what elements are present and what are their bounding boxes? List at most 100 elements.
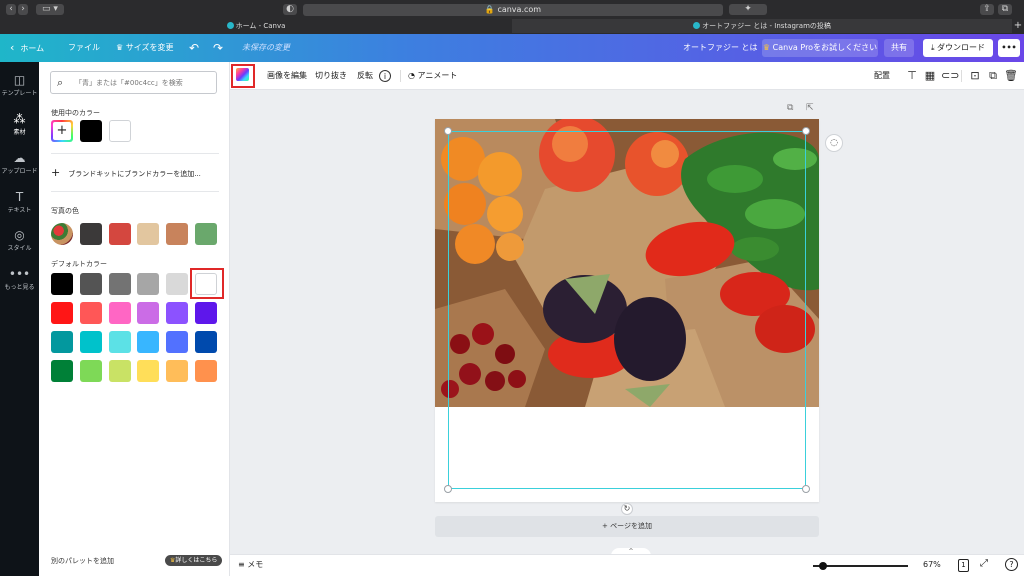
animate-button[interactable]: ◔ アニメート [408,62,457,90]
color-search-input[interactable] [75,75,213,90]
more-options-button[interactable]: ••• [998,39,1020,57]
zoom-slider-thumb[interactable] [819,562,827,570]
rail-item-label: 素材 [13,129,26,136]
zoom-slider-track[interactable] [813,565,908,567]
default-color-swatch[interactable] [51,302,73,324]
default-color-swatch[interactable] [109,331,131,353]
add-page-button[interactable]: + ページを追加 [435,516,819,537]
rotate-icon[interactable]: ↻ [621,503,633,515]
default-color-swatch[interactable] [137,360,159,382]
tabs-overview-icon[interactable]: ⧉ [998,4,1012,15]
redo-icon[interactable]: ↷ [213,34,223,62]
crop-button[interactable]: 切り抜き [315,62,347,90]
default-color-swatch[interactable] [166,360,188,382]
default-color-swatch[interactable] [166,331,188,353]
default-color-swatch[interactable] [80,302,102,324]
photo-swatch[interactable] [137,223,159,245]
home-button[interactable]: ‹ ホーム [10,34,44,62]
back-icon[interactable]: ‹ [6,4,16,15]
in-use-swatch-white[interactable] [109,120,131,142]
brand-kit-link[interactable]: + ブランドキットにブランドカラーを追加... [51,166,201,179]
learn-more-badge[interactable]: ♛詳しくはこちら [165,555,223,566]
default-color-swatch[interactable] [51,273,73,295]
paint-roller-icon[interactable]: ⊤ [905,69,919,83]
default-color-swatch[interactable] [137,302,159,324]
download-button[interactable]: ⤓ ダウンロード [923,39,993,57]
in-use-swatch-black[interactable] [80,120,102,142]
home-label: ホーム [20,44,45,53]
editor-header: ‹ ホーム ファイル ♛ サイズを変更 ↶ ↷ 未保存の変更 オートファジー とは… [0,34,1024,62]
resize-button[interactable]: ♛ サイズを変更 [116,34,173,62]
default-color-swatch[interactable] [195,302,217,324]
comment-icon[interactable]: ◌ [825,134,843,152]
tab-canva-home[interactable]: ホーム - Canva [0,19,512,33]
zoom-level[interactable]: 67% [923,560,941,569]
color-search-box[interactable]: ⌕ [50,71,217,94]
rail-item-styles[interactable]: ◎ スタイル [0,225,39,261]
photo-thumbnail[interactable] [51,223,73,245]
default-color-swatch[interactable] [109,360,131,382]
info-icon[interactable]: i [379,70,391,82]
rail-item-elements[interactable]: ⁂ 素材 [0,109,39,145]
photo-swatch[interactable] [166,223,188,245]
try-pro-button[interactable]: ♛ Canva Proをお試しください [762,39,878,57]
default-color-swatch[interactable] [51,331,73,353]
default-color-swatch[interactable] [80,331,102,353]
photo-swatch[interactable] [109,223,131,245]
add-color-button[interactable]: + [51,120,73,142]
default-color-swatch[interactable] [109,302,131,324]
forward-icon[interactable]: › [18,4,28,15]
new-tab-icon[interactable]: + [1012,19,1024,33]
tab-instagram-post[interactable]: オートファジー とは - Instagramの投稿 [512,19,1012,33]
sidebar-toggle-icon[interactable]: ▭ ▾ [36,4,64,15]
text-icon: T [15,190,24,204]
fullscreen-icon[interactable]: ⤢ [980,558,988,569]
default-color-swatch[interactable] [137,331,159,353]
undo-icon[interactable]: ↶ [189,34,199,62]
add-page-icon[interactable]: ⇱ [806,103,814,113]
photo-swatch[interactable] [195,223,217,245]
extension-icon[interactable]: ✦ [729,4,767,15]
rail-item-more[interactable]: ••• もっと見る [0,264,39,300]
share-button[interactable]: 共有 [884,39,914,57]
default-color-swatch[interactable] [195,360,217,382]
default-color-swatch[interactable] [166,302,188,324]
lock-icon[interactable]: ⊡ [968,69,982,83]
photo-swatch[interactable] [80,223,102,245]
file-menu-button[interactable]: ファイル [68,34,100,62]
rail-item-uploads[interactable]: ☁ アップロード [0,148,39,184]
page-count-button[interactable]: 1 [958,559,969,572]
default-color-swatch[interactable] [51,360,73,382]
resize-handle-top-left[interactable] [444,127,452,135]
url-bar[interactable]: 🔒 canva.com [303,4,723,16]
default-color-swatch[interactable] [195,331,217,353]
privacy-icon[interactable]: ◐ [283,4,297,15]
rail-item-templates[interactable]: ◫ テンプレート [0,70,39,106]
link-icon[interactable]: ⊂⊃ [941,69,959,83]
help-button[interactable]: ? [1005,558,1018,571]
position-button[interactable]: 配置 [874,62,890,90]
notes-button[interactable]: ≡ メモ [238,559,263,570]
resize-handle-top-right[interactable] [802,127,810,135]
default-color-swatch[interactable] [166,273,188,295]
share-browser-icon[interactable]: ⇪ [980,4,994,15]
resize-handle-bottom-right[interactable] [802,485,810,493]
duplicate-page-icon[interactable]: ⧉ [787,103,793,113]
left-rail: ◫ テンプレート ⁂ 素材 ☁ アップロード T テキスト ◎ スタイル ••• もっと見る [0,62,39,576]
edit-image-button[interactable]: 画像を編集 [267,62,307,90]
flip-button[interactable]: 反転 [357,62,373,90]
brand-kit-label: ブランドキットにブランドカラーを追加... [68,170,201,178]
rail-item-text[interactable]: T テキスト [0,187,39,223]
divider [51,153,219,154]
document-title[interactable]: オートファジー とは [683,34,758,62]
transparency-icon[interactable]: ▦ [923,69,937,83]
duplicate-icon[interactable]: ⧉ [986,69,1000,83]
resize-handle-bottom-left[interactable] [444,485,452,493]
default-color-swatch[interactable] [80,360,102,382]
plus-icon: + [51,166,61,179]
default-color-swatch[interactable] [137,273,159,295]
default-color-swatch[interactable] [80,273,102,295]
trash-icon[interactable]: 🗑 [1004,69,1018,83]
default-color-swatch[interactable] [109,273,131,295]
selection-frame[interactable] [448,131,806,489]
